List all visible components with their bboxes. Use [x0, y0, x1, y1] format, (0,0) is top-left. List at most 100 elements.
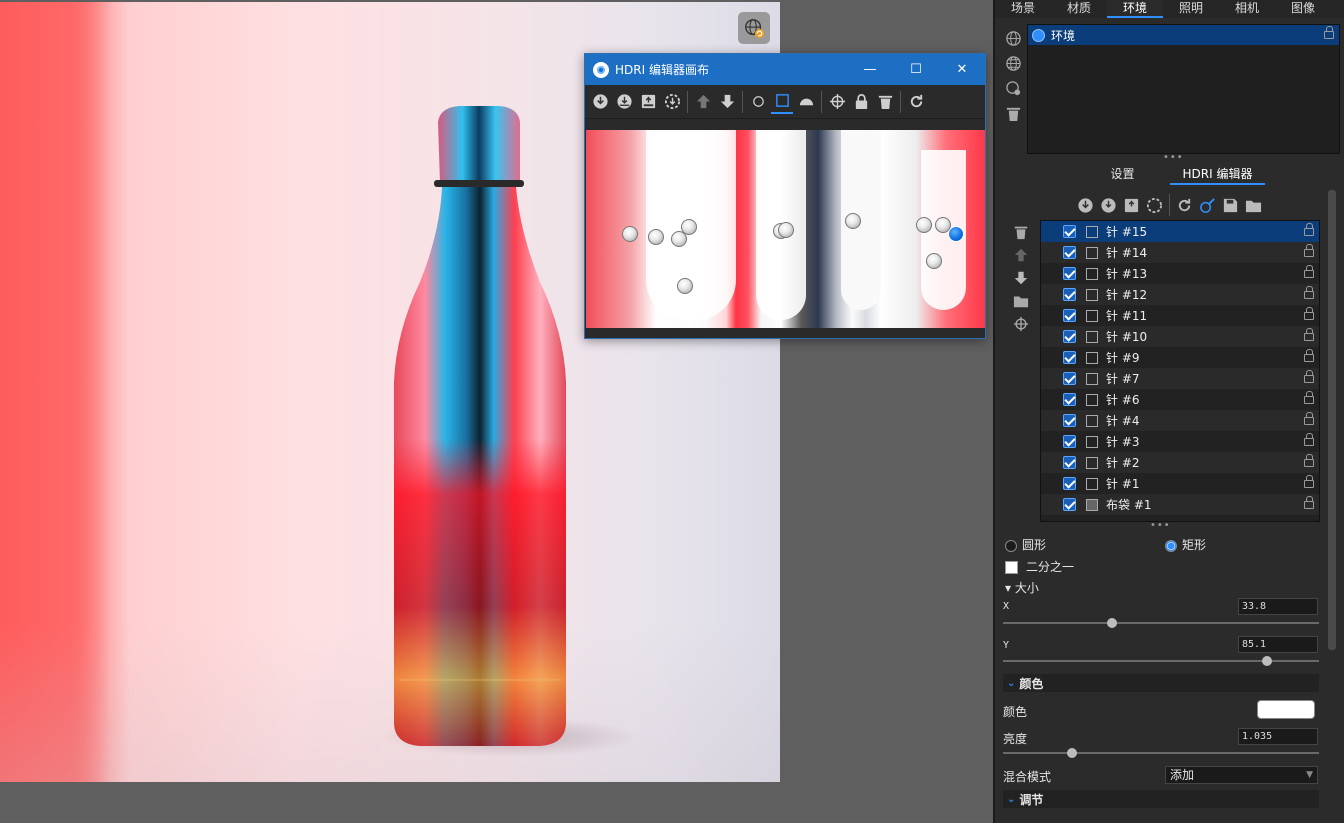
load-hdri-button[interactable] — [589, 90, 611, 114]
hdri-window-titlebar[interactable]: HDRI 编辑器画布 — ☐ ✕ — [585, 54, 985, 85]
pin-row[interactable]: 针 #13 — [1041, 263, 1319, 284]
hdri-pin[interactable] — [622, 226, 638, 242]
minimize-button[interactable]: — — [847, 54, 893, 85]
lock-icon[interactable] — [1304, 390, 1314, 404]
move-down-button[interactable] — [716, 90, 738, 114]
tab-lighting[interactable]: 照明 — [1163, 0, 1219, 18]
hdri-pin[interactable] — [778, 222, 794, 238]
pin-row[interactable]: 针 #6 — [1041, 389, 1319, 410]
hdri-pin[interactable] — [677, 278, 693, 294]
blend-mode-select[interactable]: 添加 ▼ — [1165, 766, 1318, 784]
lock-icon[interactable] — [1304, 222, 1314, 236]
target-button[interactable] — [826, 90, 848, 114]
rect-option[interactable]: 矩形 — [1165, 536, 1206, 553]
brightness-slider[interactable] — [1003, 748, 1319, 758]
lock-icon[interactable] — [1304, 306, 1314, 320]
maximize-button[interactable]: ☐ — [893, 54, 939, 85]
visibility-checkbox[interactable] — [1063, 414, 1076, 427]
delete-environment-button[interactable] — [1003, 101, 1023, 126]
export-image-button[interactable] — [637, 90, 659, 114]
circle-radio[interactable] — [1005, 539, 1017, 552]
hdri-pin[interactable] — [845, 213, 861, 229]
hdri-pin[interactable] — [926, 253, 942, 269]
hdri-pin[interactable] — [681, 219, 697, 235]
size-header[interactable]: ▾ 大小 — [1005, 579, 1039, 596]
visibility-checkbox[interactable] — [1063, 246, 1076, 259]
pin-row[interactable]: 针 #1 — [1041, 473, 1319, 494]
half-checkbox[interactable] — [1005, 561, 1018, 574]
import-button[interactable] — [1098, 194, 1119, 216]
environment-settings-button[interactable] — [1003, 76, 1023, 101]
tab-settings[interactable]: 设置 — [1075, 166, 1170, 185]
pin-row[interactable]: 针 #9 — [1041, 347, 1319, 368]
export-button[interactable] — [1121, 194, 1142, 216]
brightness-slider-knob[interactable] — [1067, 748, 1077, 758]
circle-option[interactable]: 圆形 — [1005, 536, 1165, 553]
environment-item[interactable]: 环境 — [1028, 25, 1339, 45]
hdri-pin-selected[interactable] — [948, 226, 964, 242]
move-up-button[interactable] — [692, 90, 714, 114]
tab-image[interactable]: 图像 — [1275, 0, 1331, 18]
import-hdri-button[interactable] — [613, 90, 635, 114]
environment-refresh-button[interactable] — [738, 12, 770, 44]
x-slider-knob[interactable] — [1107, 618, 1117, 628]
panel-scrollbar[interactable] — [1328, 190, 1336, 650]
color-section-header[interactable]: ⌄ 颜色 — [1003, 674, 1319, 692]
pin-row[interactable]: 针 #11 — [1041, 305, 1319, 326]
y-slider-knob[interactable] — [1262, 656, 1272, 666]
resize-handle[interactable]: ••• — [1163, 152, 1184, 163]
adjust-section-header[interactable]: ⌄ 调节 — [1003, 790, 1319, 808]
move-pin-up-button[interactable] — [1011, 243, 1031, 266]
pin-row[interactable]: 针 #12 — [1041, 284, 1319, 305]
x-slider[interactable] — [1003, 618, 1319, 628]
lock-icon[interactable] — [1304, 243, 1314, 257]
x-value-field[interactable]: 33.8 — [1238, 598, 1318, 615]
refresh-button[interactable] — [1174, 194, 1195, 216]
pin-settings-button[interactable] — [661, 90, 683, 114]
hdri-editor-window[interactable]: HDRI 编辑器画布 — ☐ ✕ — [584, 53, 986, 339]
save-button[interactable] — [1220, 194, 1241, 216]
hdri-pin[interactable] — [916, 217, 932, 233]
lock-button[interactable] — [850, 90, 872, 114]
hdri-pin[interactable] — [648, 229, 664, 245]
lock-icon[interactable] — [1304, 264, 1314, 278]
tab-environment[interactable]: 环境 — [1107, 0, 1163, 18]
environment-list[interactable]: 环境 — [1027, 24, 1340, 154]
load-button[interactable] — [1075, 194, 1096, 216]
circle-shape-button[interactable] — [747, 90, 769, 114]
y-slider[interactable] — [1003, 656, 1319, 666]
visibility-checkbox[interactable] — [1063, 435, 1076, 448]
delete-pin-button[interactable] — [1011, 220, 1031, 243]
lock-icon[interactable] — [1304, 453, 1314, 467]
pin-row[interactable]: 针 #2 — [1041, 452, 1319, 473]
move-pin-down-button[interactable] — [1011, 266, 1031, 289]
lock-icon[interactable] — [1304, 474, 1314, 488]
lock-icon[interactable] — [1304, 369, 1314, 383]
brightness-field[interactable]: 1.035 — [1238, 728, 1318, 745]
duplicate-environment-button[interactable] — [1003, 51, 1023, 76]
lock-icon[interactable] — [1304, 495, 1314, 509]
settings-button[interactable] — [1144, 194, 1165, 216]
visibility-checkbox[interactable] — [1063, 477, 1076, 490]
pin-row[interactable]: 针 #7 — [1041, 368, 1319, 389]
add-environment-button[interactable] — [1003, 26, 1023, 51]
open-folder-button[interactable] — [1243, 194, 1264, 216]
lock-icon[interactable] — [1304, 432, 1314, 446]
pin-row[interactable]: 针 #3 — [1041, 431, 1319, 452]
tab-scene[interactable]: 场景 — [995, 0, 1051, 18]
lock-icon[interactable] — [1304, 411, 1314, 425]
color-swatch[interactable] — [1257, 700, 1315, 719]
rect-radio[interactable] — [1165, 539, 1177, 552]
visibility-checkbox[interactable] — [1063, 393, 1076, 406]
pin-row[interactable]: 针 #4 — [1041, 410, 1319, 431]
pin-row[interactable]: 布袋 #1 — [1041, 494, 1319, 515]
visibility-checkbox[interactable] — [1063, 330, 1076, 343]
lock-icon[interactable] — [1304, 285, 1314, 299]
visibility-checkbox[interactable] — [1063, 267, 1076, 280]
lock-icon[interactable] — [1304, 327, 1314, 341]
visibility-checkbox[interactable] — [1063, 372, 1076, 385]
pin-row[interactable]: 针 #14 — [1041, 242, 1319, 263]
resize-handle[interactable]: ••• — [1150, 520, 1171, 531]
refresh-button[interactable] — [905, 90, 927, 114]
render-viewport[interactable]: HDRI 编辑器画布 — ☐ ✕ — [0, 0, 993, 823]
